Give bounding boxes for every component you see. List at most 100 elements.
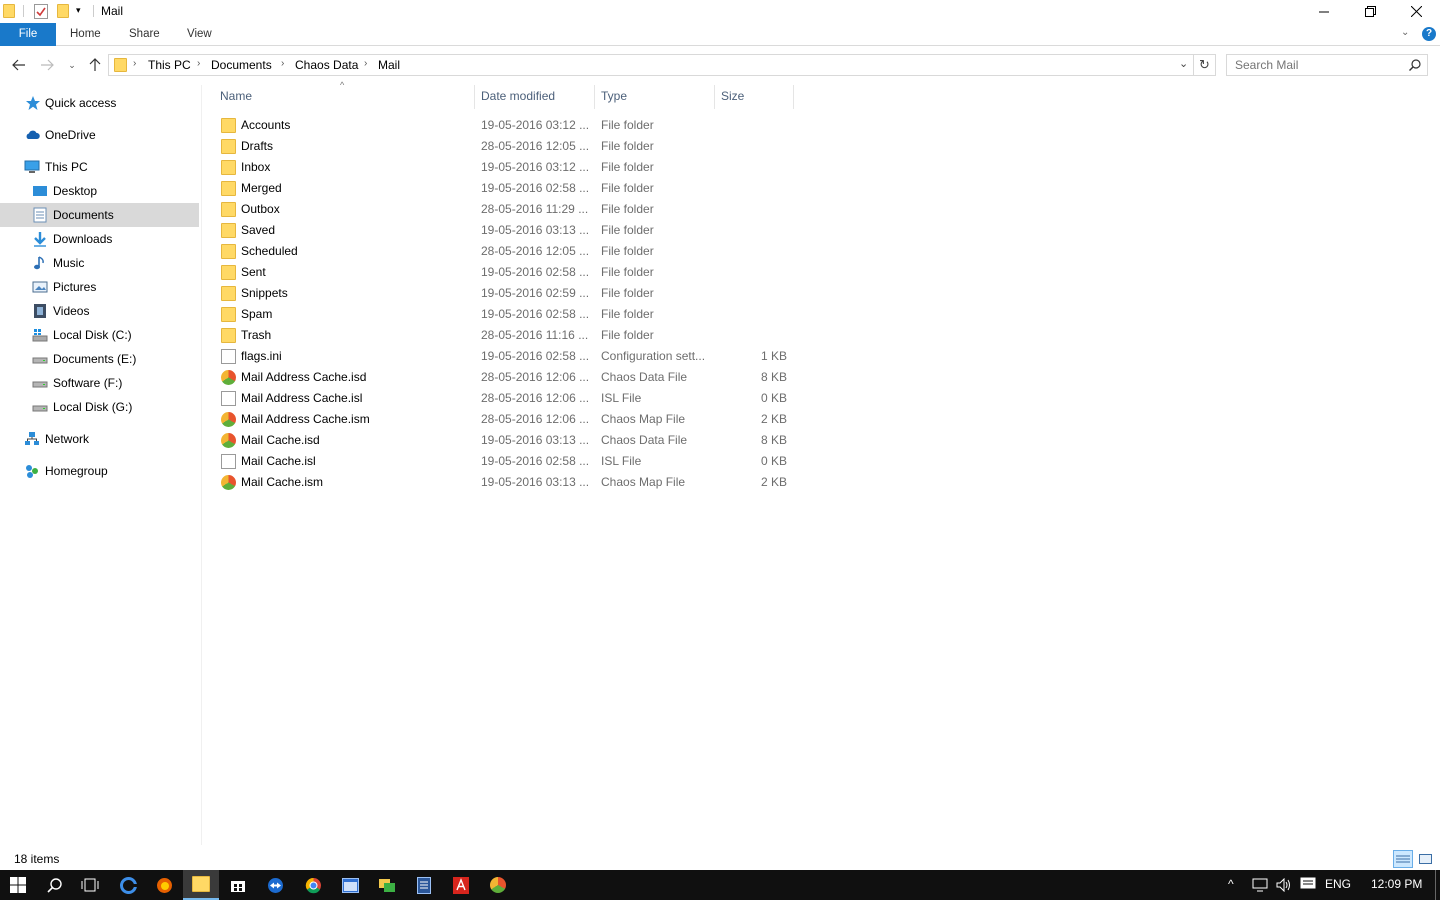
taskbar-file-explorer[interactable] <box>183 870 219 900</box>
taskbar-chaos-app[interactable] <box>480 870 516 900</box>
clock[interactable]: 12:09 PM <box>1371 877 1422 891</box>
file-row[interactable]: Trash 28-05-2016 11:16 ... File folder <box>217 325 795 346</box>
nav-this-pc[interactable]: This PC <box>0 155 199 179</box>
file-row[interactable]: Spam 19-05-2016 02:58 ... File folder <box>217 304 795 325</box>
tab-share[interactable]: Share <box>129 23 160 46</box>
network-status-icon[interactable] <box>1252 878 1268 892</box>
breadcrumb-separator[interactable]: › <box>281 58 284 69</box>
nav-documents[interactable]: Documents <box>0 203 199 227</box>
close-button[interactable] <box>1393 0 1439 23</box>
task-view-button[interactable] <box>72 870 108 900</box>
forward-button[interactable] <box>37 55 57 75</box>
customize-quick-access-icon[interactable]: ▾ <box>76 5 81 16</box>
nav-label: Local Disk (C:) <box>53 328 132 342</box>
language-indicator[interactable]: ENG <box>1325 877 1351 891</box>
large-icons-view-button[interactable] <box>1415 850 1435 868</box>
nav-desktop[interactable]: Desktop <box>0 179 199 203</box>
column-header-type[interactable]: Type <box>601 89 627 103</box>
show-desktop-button[interactable] <box>1435 870 1436 900</box>
column-divider[interactable] <box>474 85 475 109</box>
restore-button[interactable] <box>1347 0 1393 23</box>
tab-view[interactable]: View <box>187 23 212 46</box>
nav-label: Pictures <box>53 280 97 294</box>
file-row[interactable]: Mail Cache.ism 19-05-2016 03:13 ... Chao… <box>217 472 795 493</box>
taskbar-search-button[interactable] <box>37 870 73 900</box>
file-row[interactable]: Outbox 28-05-2016 11:29 ... File folder <box>217 199 795 220</box>
details-view-button[interactable] <box>1393 850 1413 868</box>
file-row[interactable]: Accounts 19-05-2016 03:12 ... File folde… <box>217 115 795 136</box>
file-row[interactable]: Saved 19-05-2016 03:13 ... File folder <box>217 220 795 241</box>
nav-network[interactable]: Network <box>0 427 199 451</box>
column-header-date[interactable]: Date modified <box>481 89 555 103</box>
taskbar-teamviewer[interactable] <box>257 870 293 900</box>
tab-file[interactable]: File <box>0 23 56 46</box>
nav-homegroup[interactable]: Homegroup <box>0 459 199 483</box>
file-row[interactable]: Mail Cache.isl 19-05-2016 02:58 ... ISL … <box>217 451 795 472</box>
file-row[interactable]: Sent 19-05-2016 02:58 ... File folder <box>217 262 795 283</box>
column-divider[interactable] <box>594 85 595 109</box>
expand-ribbon-icon[interactable]: ⌄ <box>1401 27 1409 38</box>
file-row[interactable]: Mail Address Cache.isd 28-05-2016 12:06 … <box>217 367 795 388</box>
file-row[interactable]: Mail Cache.isd 19-05-2016 03:13 ... Chao… <box>217 430 795 451</box>
back-button[interactable] <box>9 55 29 75</box>
volume-icon[interactable] <box>1276 878 1292 892</box>
nav-onedrive[interactable]: OneDrive <box>0 123 199 147</box>
taskbar-firefox[interactable] <box>146 870 182 900</box>
nav-software-f[interactable]: Software (F:) <box>0 371 199 395</box>
drive-icon <box>32 381 48 388</box>
breadcrumb-separator[interactable]: › <box>364 58 367 69</box>
minimize-button[interactable] <box>1301 0 1347 23</box>
nav-pictures[interactable]: Pictures <box>0 275 199 299</box>
taskbar-chrome[interactable] <box>295 870 331 900</box>
taskbar-acrobat[interactable] <box>443 870 479 900</box>
start-button[interactable] <box>0 870 36 900</box>
recent-locations-button[interactable]: ⌄ <box>62 55 82 75</box>
file-row[interactable]: Snippets 19-05-2016 02:59 ... File folde… <box>217 283 795 304</box>
search-input[interactable] <box>1235 58 1405 72</box>
nav-local-disk-g[interactable]: Local Disk (G:) <box>0 395 199 419</box>
refresh-icon[interactable]: ↻ <box>1199 57 1210 73</box>
file-row[interactable]: Mail Address Cache.isl 28-05-2016 12:06 … <box>217 388 795 409</box>
breadcrumb-separator[interactable]: › <box>197 58 200 69</box>
nav-label: This PC <box>45 160 88 174</box>
nav-quick-access[interactable]: Quick access <box>0 91 199 115</box>
column-divider[interactable] <box>793 85 794 109</box>
address-history-dropdown-icon[interactable]: ⌄ <box>1179 57 1188 70</box>
action-center-icon[interactable] <box>1300 877 1316 892</box>
file-row[interactable]: Scheduled 28-05-2016 12:05 ... File fold… <box>217 241 795 262</box>
taskbar-window-app[interactable] <box>332 870 368 900</box>
chaos-file-icon <box>221 433 236 448</box>
search-box[interactable] <box>1226 54 1428 76</box>
breadcrumb-documents[interactable]: Documents <box>211 58 272 72</box>
file-row[interactable]: Merged 19-05-2016 02:58 ... File folder <box>217 178 795 199</box>
folder-icon <box>221 139 236 154</box>
up-button[interactable] <box>85 55 105 75</box>
file-row[interactable]: Drafts 28-05-2016 12:05 ... File folder <box>217 136 795 157</box>
breadcrumb-separator[interactable]: › <box>133 58 136 69</box>
nav-music[interactable]: Music <box>0 251 199 275</box>
help-icon[interactable]: ? <box>1422 27 1436 41</box>
taskbar-mail-app[interactable] <box>369 870 405 900</box>
nav-label: Network <box>45 432 90 446</box>
new-folder-icon[interactable] <box>57 4 69 18</box>
file-row[interactable]: flags.ini 19-05-2016 02:58 ... Configura… <box>217 346 795 367</box>
taskbar-edge[interactable] <box>110 870 146 900</box>
column-divider[interactable] <box>714 85 715 109</box>
nav-documents-e[interactable]: Documents (E:) <box>0 347 199 371</box>
taskbar-store[interactable] <box>220 870 256 900</box>
taskbar-document-app[interactable] <box>406 870 442 900</box>
nav-local-disk-c[interactable]: Local Disk (C:) <box>0 323 199 347</box>
breadcrumb-chaos-data[interactable]: Chaos Data <box>295 58 358 72</box>
column-header-size[interactable]: Size <box>721 89 744 103</box>
nav-videos[interactable]: Videos <box>0 299 199 323</box>
nav-downloads[interactable]: Downloads <box>0 227 199 251</box>
breadcrumb-mail[interactable]: Mail <box>378 58 400 72</box>
address-bar[interactable]: › This PC › Documents › Chaos Data › Mai… <box>108 54 1216 76</box>
column-header-name[interactable]: Name <box>220 89 252 103</box>
show-hidden-icons-icon[interactable]: ^ <box>1228 877 1234 891</box>
breadcrumb-this-pc[interactable]: This PC <box>148 58 191 72</box>
file-row[interactable]: Inbox 19-05-2016 03:12 ... File folder <box>217 157 795 178</box>
tab-home[interactable]: Home <box>70 23 101 46</box>
properties-icon[interactable] <box>34 4 48 19</box>
file-row[interactable]: Mail Address Cache.ism 28-05-2016 12:06 … <box>217 409 795 430</box>
